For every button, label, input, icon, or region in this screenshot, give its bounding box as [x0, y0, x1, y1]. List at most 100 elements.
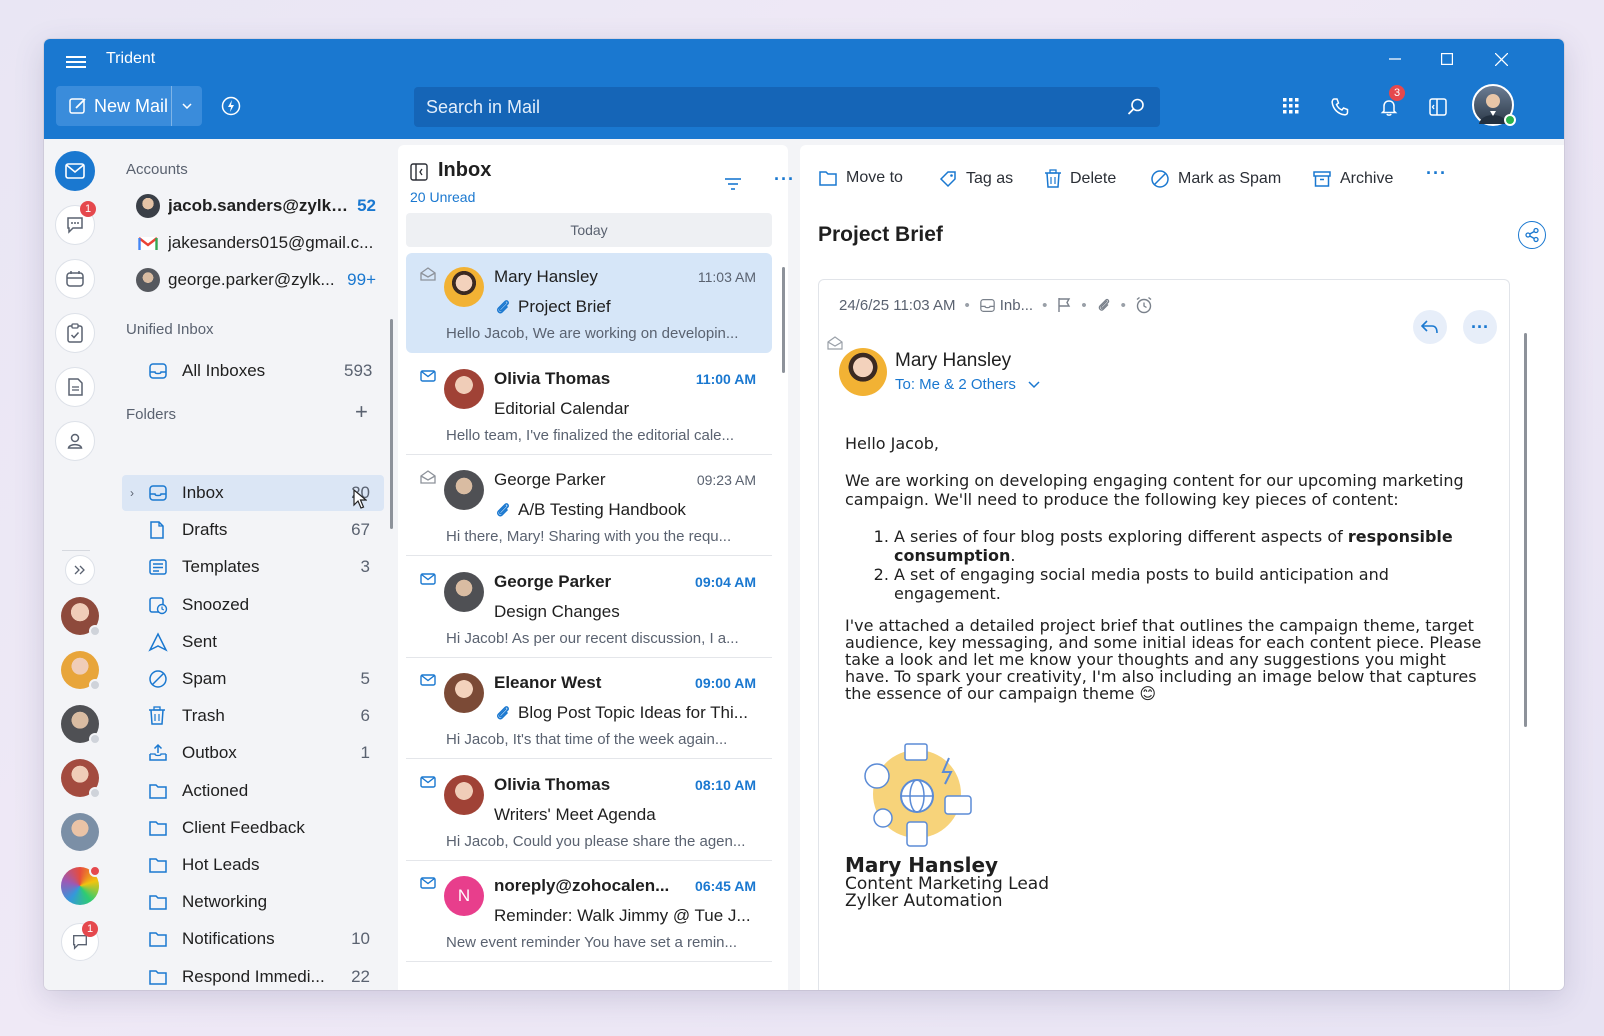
list-more-options-icon[interactable]: ···	[774, 169, 795, 190]
message-row[interactable]: Olivia Thomas 08:10 AM Writers' Meet Age…	[406, 761, 772, 861]
mark-as-spam-button[interactable]: Mark as Spam	[1150, 169, 1281, 189]
folder-item-templates[interactable]: Templates 3	[122, 549, 384, 585]
account-item-1[interactable]: jacob.sanders@zylke... 52	[136, 191, 376, 221]
email-meta: 24/6/25 11:03 AM • Inb... • • •	[839, 296, 1153, 314]
sender-name[interactable]: Mary Hansley	[895, 350, 1011, 372]
alarm-clock-icon[interactable]	[1135, 296, 1153, 314]
folder-item-inbox[interactable]: › Inbox 20	[122, 475, 384, 511]
apps-grid-icon[interactable]	[1282, 97, 1300, 115]
folder-item-actioned[interactable]: Actioned	[122, 773, 384, 809]
add-folder-icon[interactable]: +	[355, 399, 368, 425]
bottom-chat-badge: 1	[82, 921, 98, 937]
folder-item-spam[interactable]: Spam 5	[122, 661, 384, 697]
hamburger-menu-icon[interactable]	[66, 53, 86, 69]
app-title: Trident	[106, 50, 156, 67]
group-avatar[interactable]	[61, 865, 101, 905]
rail-notes-button[interactable]	[55, 367, 95, 407]
sender-avatar[interactable]	[839, 348, 887, 396]
message-sender: Olivia Thomas	[494, 368, 611, 388]
move-to-button[interactable]: Move to	[818, 169, 903, 187]
rail-expand-button[interactable]	[65, 555, 95, 585]
folder-all-inboxes[interactable]: All Inboxes 593	[122, 353, 384, 389]
maximize-button[interactable]	[1432, 47, 1462, 71]
unread-envelope-icon[interactable]	[420, 775, 436, 793]
recipients-toggle[interactable]: To: Me & 2 Others	[895, 376, 1040, 393]
message-row[interactable]: N noreply@zohocalen... 06:45 AM Reminder…	[406, 862, 772, 962]
read-envelope-icon[interactable]	[420, 267, 436, 286]
unread-count-link[interactable]: 20 Unread	[410, 189, 475, 205]
message-preview: Hello team, I've finalized the editorial…	[446, 426, 735, 444]
collapse-pane-icon[interactable]	[410, 163, 428, 181]
message-row[interactable]: Mary Hansley 11:03 AM Project Brief Hell…	[406, 253, 772, 353]
spam-icon	[148, 669, 170, 689]
archive-button[interactable]: Archive	[1312, 169, 1393, 189]
quick-actions-icon[interactable]	[221, 96, 241, 116]
folder-item-snoozed[interactable]: Snoozed	[122, 587, 384, 623]
folder-item-hot-leads[interactable]: Hot Leads	[122, 847, 384, 883]
contact-avatar-5[interactable]	[61, 813, 99, 851]
phone-icon[interactable]	[1330, 97, 1350, 117]
folder-item-outbox[interactable]: Outbox 1	[122, 735, 384, 771]
rail-contacts-button[interactable]	[55, 421, 95, 461]
new-mail-button[interactable]: New Mail	[56, 86, 171, 126]
minimize-button[interactable]	[1380, 47, 1410, 71]
unread-envelope-icon[interactable]	[420, 673, 436, 691]
contact-avatar-4[interactable]	[61, 759, 101, 799]
rail-calendar-button[interactable]	[55, 259, 95, 299]
email-folder[interactable]: Inb...	[1000, 297, 1033, 314]
message-row[interactable]: Eleanor West 09:00 AM Blog Post Topic Id…	[406, 659, 772, 759]
panel-toggle-icon[interactable]	[1428, 97, 1448, 117]
folder-item-respond-immedi[interactable]: Respond Immedi... 22	[122, 959, 384, 990]
folder-item-drafts[interactable]: Drafts 67	[122, 512, 384, 548]
reply-button[interactable]	[1413, 310, 1447, 344]
search-input[interactable]	[414, 87, 1094, 127]
rail-mail-button[interactable]	[55, 151, 95, 191]
reader-more-options-icon[interactable]: ···	[1426, 163, 1447, 184]
email-more-button[interactable]: ···	[1463, 310, 1497, 344]
unread-envelope-icon[interactable]	[420, 876, 436, 894]
email-paragraph-1: We are working on developing engaging co…	[845, 471, 1464, 509]
folder-item-client-feedback[interactable]: Client Feedback	[122, 810, 384, 846]
folder-item-networking[interactable]: Networking	[122, 884, 384, 920]
delete-button[interactable]: Delete	[1044, 169, 1116, 189]
mouse-cursor-icon	[353, 489, 367, 509]
contact-avatar-1[interactable]	[61, 597, 101, 637]
unread-envelope-icon[interactable]	[420, 572, 436, 590]
contact-avatar-3[interactable]	[61, 705, 101, 745]
rail-tasks-button[interactable]	[55, 313, 95, 353]
message-preview: Hi Jacob, It's that time of the week aga…	[446, 731, 728, 748]
contacts-icon	[67, 433, 83, 449]
expand-chevron-icon[interactable]: ›	[122, 486, 142, 500]
unread-envelope-icon[interactable]	[420, 369, 436, 387]
user-avatar[interactable]	[1472, 84, 1516, 126]
read-envelope-icon[interactable]	[420, 470, 436, 489]
reader-scrollbar[interactable]	[1524, 333, 1527, 727]
folders-heading: Folders	[126, 406, 177, 423]
attachment-icon[interactable]	[1096, 297, 1112, 313]
folder-item-notifications[interactable]: Notifications 10	[122, 921, 384, 957]
search-icon[interactable]	[1126, 97, 1146, 117]
message-row[interactable]: George Parker 09:04 AM Design Changes Hi…	[406, 558, 772, 658]
filter-icon[interactable]	[724, 177, 742, 191]
flag-icon[interactable]	[1056, 297, 1072, 313]
message-row[interactable]: Olivia Thomas 11:00 AM Editorial Calenda…	[406, 355, 772, 455]
folder-icon	[148, 930, 170, 948]
message-sender: Eleanor West	[494, 673, 602, 692]
chat-unread-badge: 1	[80, 201, 96, 217]
account-item-3[interactable]: george.parker@zylk... 99+	[136, 265, 376, 295]
folder-scrollbar[interactable]	[390, 319, 393, 529]
tag-as-button[interactable]: Tag as	[938, 169, 1013, 189]
account-item-2[interactable]: jakesanders015@gmail.c...	[136, 228, 376, 258]
campaign-illustration[interactable]	[859, 738, 975, 850]
attachment-icon	[496, 300, 509, 314]
folder-item-sent[interactable]: Sent	[122, 624, 384, 660]
new-mail-dropdown[interactable]	[171, 86, 202, 126]
close-button[interactable]	[1486, 47, 1516, 71]
share-button[interactable]	[1518, 221, 1546, 249]
message-subject: Reminder: Walk Jimmy @ Tue J...	[494, 906, 751, 925]
folder-item-trash[interactable]: Trash 6	[122, 698, 384, 734]
message-row[interactable]: George Parker 09:23 AM A/B Testing Handb…	[406, 456, 772, 556]
list-scrollbar[interactable]	[782, 267, 785, 373]
folder-label: Client Feedback	[182, 817, 305, 837]
contact-avatar-2[interactable]	[61, 651, 101, 691]
